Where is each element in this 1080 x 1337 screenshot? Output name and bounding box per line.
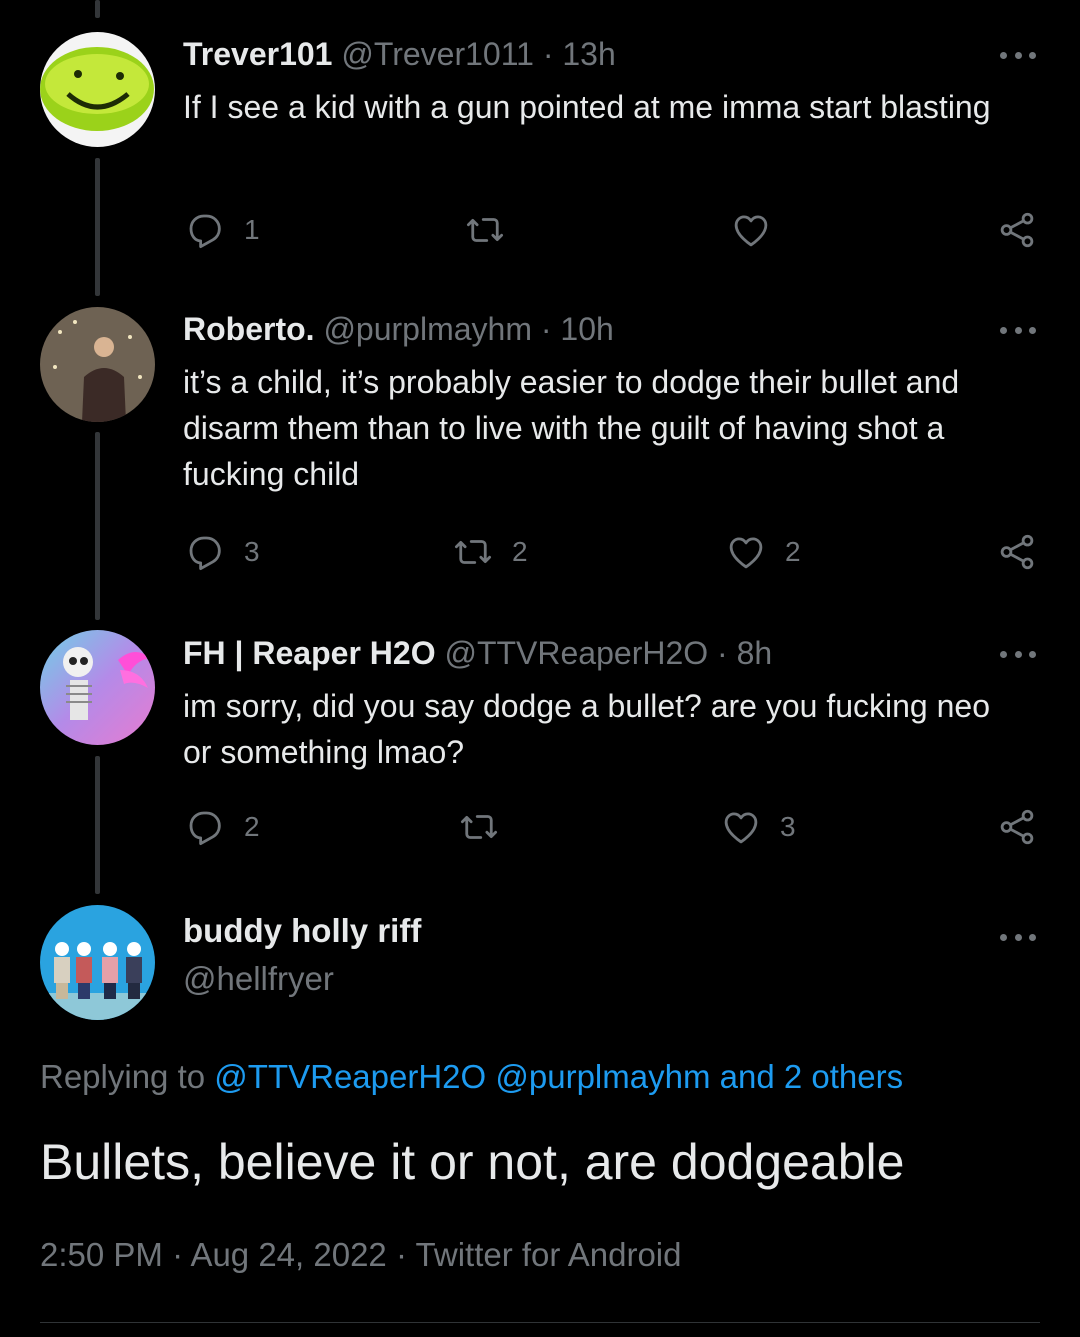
reply-button[interactable]: 2 xyxy=(184,806,260,848)
separator: · xyxy=(542,36,554,72)
reply-count: 1 xyxy=(244,214,260,245)
reply-icon xyxy=(189,536,221,571)
tweet-text: im sorry, did you say dodge a bullet? ar… xyxy=(183,688,990,770)
separator: · xyxy=(172,1236,184,1273)
reply-count: 3 xyxy=(244,536,260,567)
action-bar: 2 3 xyxy=(0,806,1080,850)
mention-link[interactable]: @TTVReaperH2O xyxy=(214,1058,486,1095)
share-button[interactable] xyxy=(996,209,1038,251)
heart-icon xyxy=(734,215,768,247)
retweet-button[interactable] xyxy=(458,806,518,848)
retweet-button[interactable] xyxy=(464,209,524,251)
reply-icon xyxy=(189,214,221,249)
tweet-text: If I see a kid with a gun pointed at me … xyxy=(183,89,991,125)
display-name[interactable]: FH | Reaper H2O xyxy=(183,635,436,671)
avatar[interactable] xyxy=(40,307,155,422)
retweet-count: 2 xyxy=(512,536,528,567)
heart-icon xyxy=(729,537,763,569)
heart-icon xyxy=(724,812,758,844)
user-handle[interactable]: @Trever1011 xyxy=(341,36,534,72)
tweet-text: it’s a child, it’s probably easier to do… xyxy=(183,364,960,492)
user-handle[interactable]: @TTVReaperH2O xyxy=(444,635,708,671)
action-bar: 1 xyxy=(0,209,1080,253)
retweet-button[interactable]: 2 xyxy=(452,531,528,573)
share-icon xyxy=(1000,809,1034,845)
more-icon[interactable] xyxy=(1000,648,1036,660)
thread-line xyxy=(95,0,100,18)
skeleton-avatar-image xyxy=(40,630,155,745)
action-bar: 3 2 2 xyxy=(0,531,1080,575)
display-name[interactable]: buddy holly riff xyxy=(183,912,421,950)
avatar[interactable] xyxy=(40,630,155,745)
display-name[interactable]: Roberto. xyxy=(183,311,315,347)
timestamp[interactable]: 10h xyxy=(560,311,613,347)
share-button[interactable] xyxy=(996,806,1038,848)
display-name[interactable]: Trever101 xyxy=(183,36,332,72)
main-tweet-text: Bullets, believe it or not, are dodgeabl… xyxy=(40,1134,905,1190)
timestamp[interactable]: 13h xyxy=(562,36,615,72)
like-button[interactable] xyxy=(730,209,790,251)
avatar[interactable] xyxy=(40,32,155,147)
more-icon[interactable] xyxy=(1000,324,1036,336)
mention-link[interactable]: @purplmayhm xyxy=(495,1058,710,1095)
tweet-time[interactable]: 2:50 PM xyxy=(40,1236,163,1273)
retweet-icon xyxy=(460,815,498,839)
like-count: 2 xyxy=(785,536,801,567)
user-handle[interactable]: @purplmayhm xyxy=(323,311,532,347)
like-button[interactable]: 2 xyxy=(725,531,801,573)
smiley-avatar-image xyxy=(40,32,155,147)
retweet-icon xyxy=(466,218,504,242)
user-handle[interactable]: @hellfryer xyxy=(183,960,334,998)
reply-count: 2 xyxy=(244,811,260,842)
replying-to: Replying to @TTVReaperH2O @purplmayhm an… xyxy=(40,1058,903,1096)
timestamp[interactable]: 8h xyxy=(737,635,773,671)
avatar[interactable] xyxy=(40,905,155,1020)
retweet-icon xyxy=(454,540,492,564)
replying-prefix: Replying to xyxy=(40,1058,206,1095)
tweet-meta: 2:50 PM · Aug 24, 2022 · Twitter for And… xyxy=(40,1236,681,1274)
more-icon[interactable] xyxy=(1000,931,1036,943)
others-link[interactable]: and 2 others xyxy=(720,1058,903,1095)
separator: · xyxy=(540,311,552,347)
tweet-header: FH | Reaper H2O @TTVReaperH2O · 8h xyxy=(183,633,772,673)
separator: · xyxy=(395,1236,407,1273)
separator: · xyxy=(717,635,728,671)
band-avatar-image xyxy=(40,905,155,1020)
divider xyxy=(40,1322,1040,1323)
tweet-source[interactable]: Twitter for Android xyxy=(416,1236,682,1273)
tweet-date[interactable]: Aug 24, 2022 xyxy=(190,1236,386,1273)
reply-button[interactable]: 3 xyxy=(184,531,260,573)
more-icon[interactable] xyxy=(1000,49,1036,61)
share-button[interactable] xyxy=(996,531,1038,573)
thread-line xyxy=(95,432,100,620)
tweet-header: Roberto. @purplmayhm · 10h xyxy=(183,309,614,349)
person-avatar-image xyxy=(40,307,155,422)
tweet-header: Trever101 @Trever1011 · 13h xyxy=(183,34,616,74)
like-count: 3 xyxy=(780,811,796,842)
reply-button[interactable]: 1 xyxy=(184,209,260,251)
reply-icon xyxy=(189,811,221,846)
like-button[interactable]: 3 xyxy=(720,806,796,848)
share-icon xyxy=(1000,212,1034,248)
share-icon xyxy=(1000,534,1034,570)
